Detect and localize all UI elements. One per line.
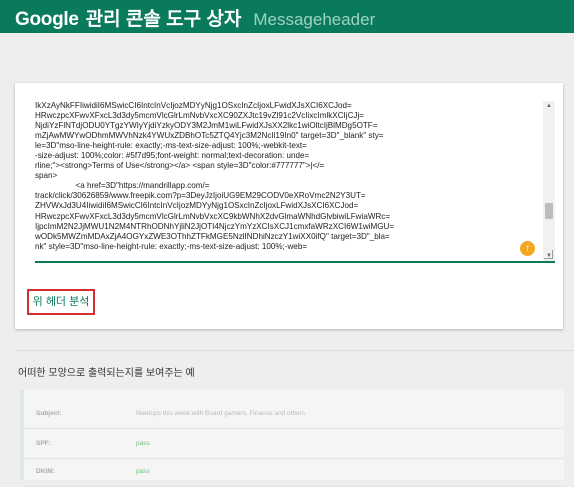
scroll-up-arrow-icon[interactable]: ▲ <box>543 101 555 111</box>
row-label: SPF: <box>36 440 51 447</box>
app-header-bar: Google 관리 콘솔 도구 상자 Messageheader <box>0 0 574 33</box>
resize-handle-icon[interactable] <box>544 250 553 259</box>
header-textarea-content[interactable]: IkXzAyNkFFIiwidiI6MSwicCI6IntcInVcIjozMD… <box>35 101 535 261</box>
example-section-title: 어떠한 모양으로 출력되는지를 보여주는 예 <box>18 368 195 379</box>
section-divider <box>15 350 574 351</box>
example-row-dkim: DKIM: pass <box>24 458 564 487</box>
app-name: Messageheader <box>253 10 376 29</box>
analyze-header-button[interactable]: 위 헤더 분석 <box>27 289 95 315</box>
row-value: Meetups this week with Board gamers, Fin… <box>136 410 306 417</box>
row-value: pass <box>136 468 150 475</box>
row-label: DKIM: <box>36 468 55 475</box>
textarea-scrollbar[interactable]: ▲ ▼ <box>543 101 555 261</box>
example-row-spf: SPF: pass <box>24 430 564 459</box>
row-value: pass <box>136 440 150 447</box>
row-label: Subject: <box>36 410 62 417</box>
example-row-subject: Subject: Meetups this week with Board ga… <box>24 400 564 429</box>
example-output-card: Subject: Meetups this week with Board ga… <box>20 390 564 487</box>
google-logo-text: Google <box>15 9 79 30</box>
scroll-to-top-icon[interactable]: ↑ <box>520 241 535 256</box>
header-textarea[interactable]: IkXzAyNkFFIiwidiI6MSwicCI6IntcInVcIjozMD… <box>35 101 555 263</box>
header-input-card: IkXzAyNkFFIiwidiI6MSwicCI6IntcInVcIjozMD… <box>15 83 563 329</box>
toolbox-title: 관리 콘솔 도구 상자 <box>85 9 242 30</box>
app-brand[interactable]: Google 관리 콘솔 도구 상자 Messageheader <box>15 4 376 30</box>
scrollbar-thumb[interactable] <box>545 203 553 219</box>
